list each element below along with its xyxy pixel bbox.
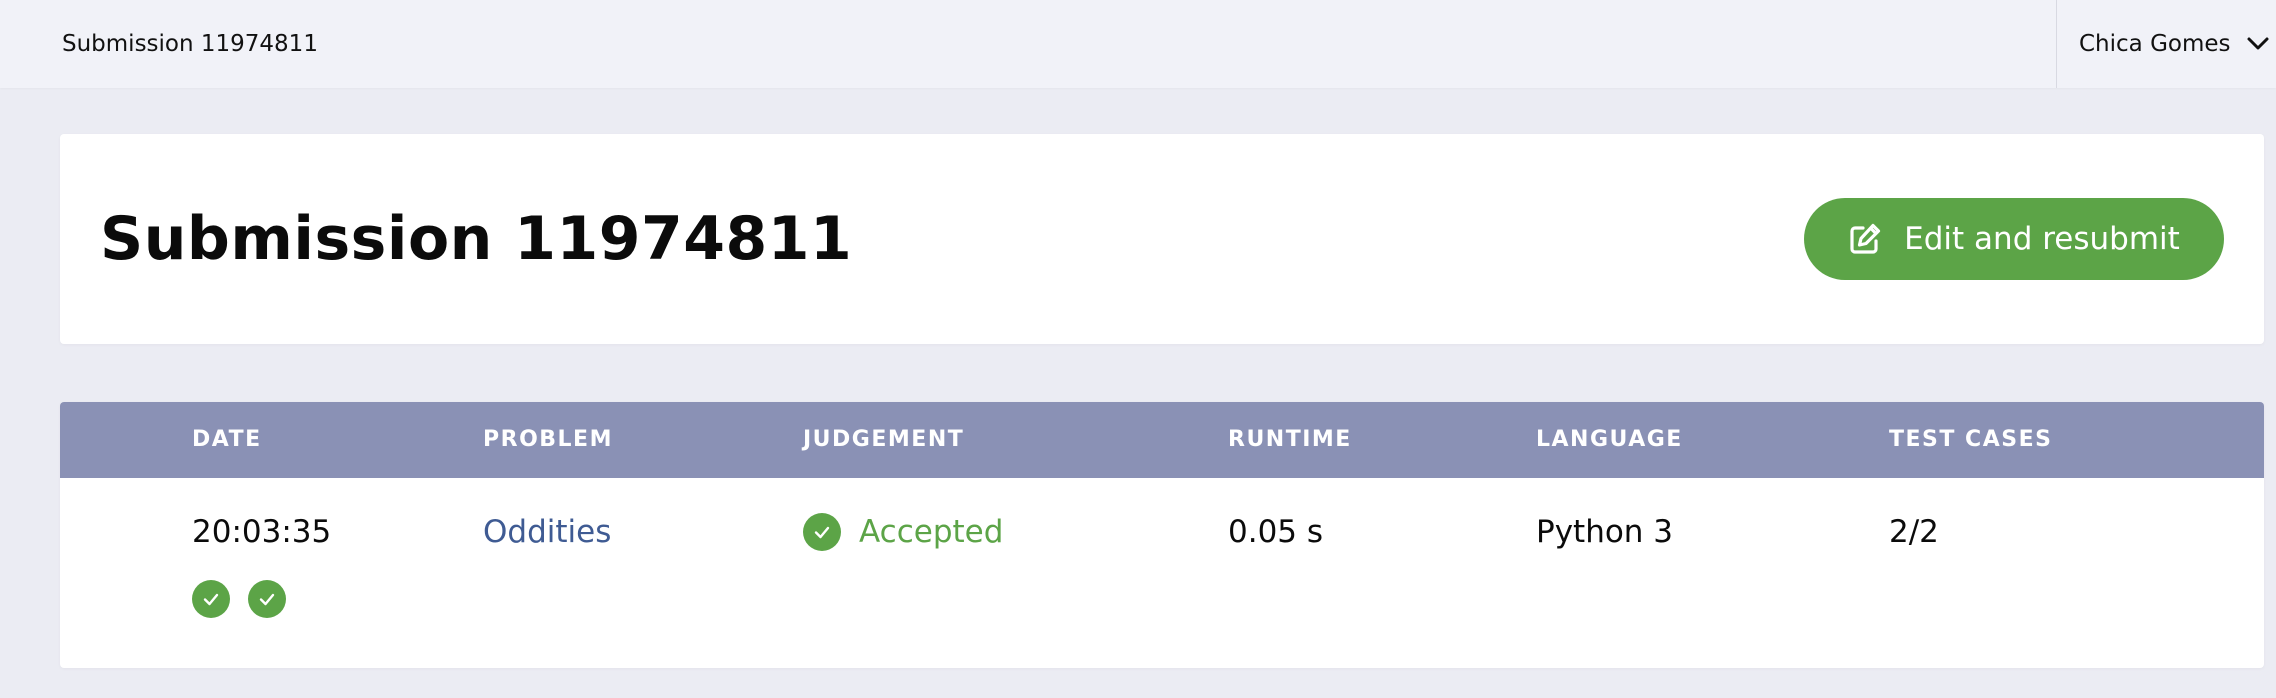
user-name[interactable]: Chica Gomes xyxy=(2079,31,2231,57)
cell-judgement: Accepted xyxy=(803,512,1003,552)
cell-test-cases: 2/2 xyxy=(1889,514,1939,550)
page-title: Submission 11974811 xyxy=(100,204,853,274)
judgement-text: Accepted xyxy=(859,514,1004,550)
column-header-problem: PROBLEM xyxy=(483,427,613,452)
column-header-judgement: JUDGEMENT xyxy=(803,427,965,452)
test-case-2-check-icon[interactable] xyxy=(248,580,286,618)
topbar-title: Submission 11974811 xyxy=(62,31,318,57)
cell-language: Python 3 xyxy=(1536,514,1674,550)
edit-and-resubmit-button[interactable]: Edit and resubmit xyxy=(1804,198,2224,280)
header-card: Submission 11974811 Edit and resubmit xyxy=(60,134,2264,344)
submission-table: DATE PROBLEM JUDGEMENT RUNTIME LANGUAGE … xyxy=(60,402,2264,668)
test-case-1-check-icon[interactable] xyxy=(192,580,230,618)
cell-runtime: 0.05 s xyxy=(1228,514,1324,550)
test-case-results xyxy=(192,580,304,618)
problem-link[interactable]: Oddities xyxy=(483,512,611,552)
table-header: DATE PROBLEM JUDGEMENT RUNTIME LANGUAGE … xyxy=(60,402,2264,478)
column-header-language: LANGUAGE xyxy=(1536,427,1683,452)
user-menu[interactable]: Chica Gomes xyxy=(2056,0,2276,88)
check-circle-icon xyxy=(803,513,841,551)
chevron-down-icon[interactable] xyxy=(2245,31,2271,57)
column-header-runtime: RUNTIME xyxy=(1228,427,1352,452)
cell-date: 20:03:35 xyxy=(192,514,332,550)
pencil-square-icon xyxy=(1848,222,1882,256)
edit-and-resubmit-label: Edit and resubmit xyxy=(1904,221,2180,257)
top-bar: Submission 11974811 Chica Gomes xyxy=(0,0,2276,88)
column-header-test-cases: TEST CASES xyxy=(1889,427,2053,452)
column-header-date: DATE xyxy=(192,427,262,452)
